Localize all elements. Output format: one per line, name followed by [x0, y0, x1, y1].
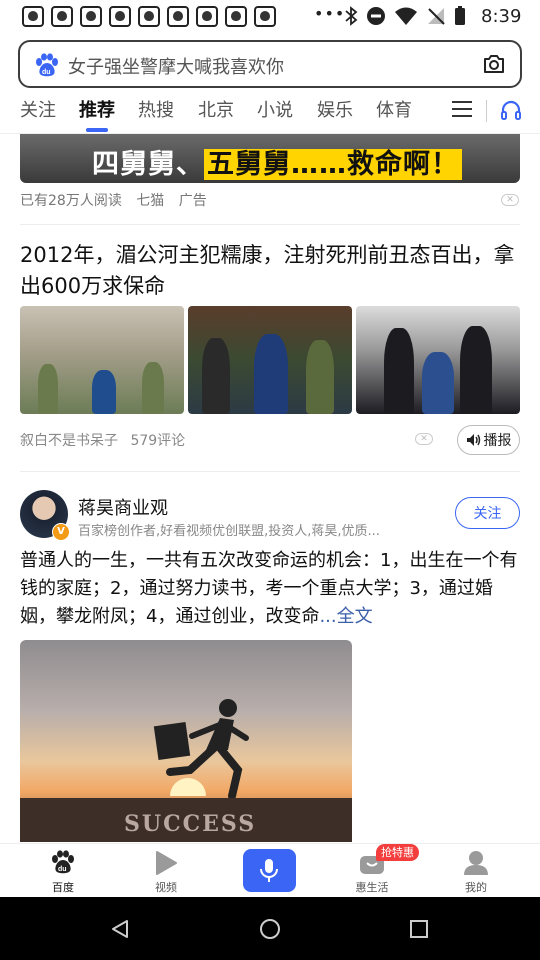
recents-icon[interactable]	[410, 920, 428, 938]
tab-entertainment[interactable]: 娱乐	[317, 96, 353, 122]
runner-silhouette	[112, 699, 272, 800]
tab-beijing[interactable]: 北京	[198, 96, 234, 122]
no-signal-icon	[428, 8, 445, 25]
video-play-icon	[156, 851, 177, 875]
baidu-notification-icon	[22, 6, 44, 27]
nav-video[interactable]: 视频	[121, 844, 211, 898]
post-text[interactable]: 普通人的一生，一共有五次改变命运的机会：1，出生在一个有钱的家庭；2，通过努力读…	[20, 547, 520, 631]
nav-label: 视频	[155, 881, 177, 894]
post-body: 普通人的一生，一共有五次改变命运的机会：1，出生在一个有钱的家庭；2，通过努力读…	[20, 550, 518, 627]
nav-mine[interactable]: 我的	[431, 844, 521, 898]
verified-badge: V	[52, 523, 70, 541]
ad-source: 七猫	[136, 193, 165, 209]
tab-hot-search[interactable]: 热搜	[138, 96, 174, 122]
baidu-notification-icon	[138, 6, 160, 27]
voice-search-button[interactable]	[243, 849, 296, 892]
baidu-notification-icon	[80, 6, 102, 27]
news-title[interactable]: 2012年，湄公河主犯糯康，注射死刑前丑态百出，拿出600万求保命	[20, 240, 520, 302]
news-image[interactable]	[188, 306, 352, 414]
microphone-icon	[260, 859, 278, 882]
news-meta: 叙白不是书呆子 579评论	[20, 430, 193, 450]
search-input[interactable]: 女子强坐警摩大喊我喜欢你	[68, 53, 284, 79]
speaker-icon	[466, 434, 480, 446]
active-tab-indicator	[86, 128, 108, 132]
nav-label: 我的	[465, 881, 487, 894]
home-icon[interactable]	[259, 918, 281, 940]
baidu-notification-icon	[51, 6, 73, 27]
news-image[interactable]	[356, 306, 520, 414]
system-navigation-bar	[0, 897, 540, 960]
baidu-notification-icon	[167, 6, 189, 27]
follow-button[interactable]: 关注	[455, 497, 520, 529]
tab-novel[interactable]: 小说	[257, 96, 293, 122]
bottom-nav: du 百度 视频 惠生活 抢特惠 我的	[0, 843, 540, 898]
author-name[interactable]: 蒋昊商业观	[78, 494, 168, 520]
ad-meta: 已有28万人阅读 七猫 广告	[20, 190, 217, 210]
svg-text:du: du	[42, 69, 51, 76]
news-images[interactable]	[20, 306, 520, 414]
baidu-notification-icon	[254, 6, 276, 27]
author-description: 百家榜创作者,好看视频优创联盟,投资人,蒋昊,优质...	[78, 524, 380, 539]
channel-tabs: 关注 推荐 热搜 北京 小说 娱乐 体育	[0, 96, 540, 134]
post-image[interactable]: SUCCESS	[20, 640, 352, 842]
news-comments[interactable]: 579评论	[130, 433, 185, 449]
nav-label: 百度	[52, 881, 74, 894]
broadcast-label: 播报	[483, 433, 512, 449]
broadcast-button[interactable]: 播报	[457, 425, 520, 455]
camera-icon[interactable]	[482, 53, 506, 75]
status-bar: ••• 8:39	[0, 0, 540, 34]
read-more-link[interactable]: ...全文	[319, 606, 372, 627]
news-image[interactable]	[20, 306, 184, 414]
clock: 8:39	[481, 6, 522, 27]
tab-recommend[interactable]: 推荐	[79, 96, 115, 122]
do-not-disturb-icon	[367, 7, 385, 25]
dismiss-icon[interactable]: ✕	[415, 433, 433, 445]
back-icon[interactable]	[111, 919, 129, 939]
battery-icon	[455, 6, 465, 25]
ad-tag: 广告	[178, 193, 207, 209]
tab-sports[interactable]: 体育	[376, 96, 412, 122]
ad-banner-text-2: 五舅舅……救命啊！	[204, 149, 462, 180]
ad-banner-text-1: 四舅舅、	[92, 149, 204, 180]
svg-text:du: du	[58, 866, 67, 873]
notification-icons	[22, 6, 276, 27]
bluetooth-icon	[345, 6, 358, 26]
tab-follow[interactable]: 关注	[20, 96, 56, 122]
image-caption: SUCCESS	[124, 811, 257, 837]
promo-badge: 抢特惠	[376, 844, 419, 861]
baidu-notification-icon	[225, 6, 247, 27]
wifi-icon	[395, 7, 417, 25]
menu-icon[interactable]	[452, 100, 472, 118]
person-icon	[464, 851, 488, 875]
baidu-paw-icon: du	[52, 850, 74, 874]
nav-label: 惠生活	[355, 881, 389, 894]
baidu-notification-icon	[196, 6, 218, 27]
baidu-logo-icon: du	[36, 53, 58, 77]
ad-readers: 已有28万人阅读	[20, 193, 122, 209]
divider	[20, 471, 520, 472]
more-notifications-icon: •••	[314, 4, 346, 23]
search-bar[interactable]: du 女子强坐警摩大喊我喜欢你	[18, 40, 522, 88]
baidu-notification-icon	[109, 6, 131, 27]
divider	[20, 224, 520, 225]
dismiss-icon[interactable]: ✕	[501, 194, 519, 206]
tabs-separator	[486, 100, 487, 122]
ad-banner-image[interactable]: 四舅舅、 五舅舅……救命啊！	[20, 134, 520, 183]
nav-baidu[interactable]: du 百度	[18, 844, 108, 898]
headphones-icon[interactable]	[499, 98, 523, 122]
news-author[interactable]: 叙白不是书呆子	[20, 433, 118, 449]
